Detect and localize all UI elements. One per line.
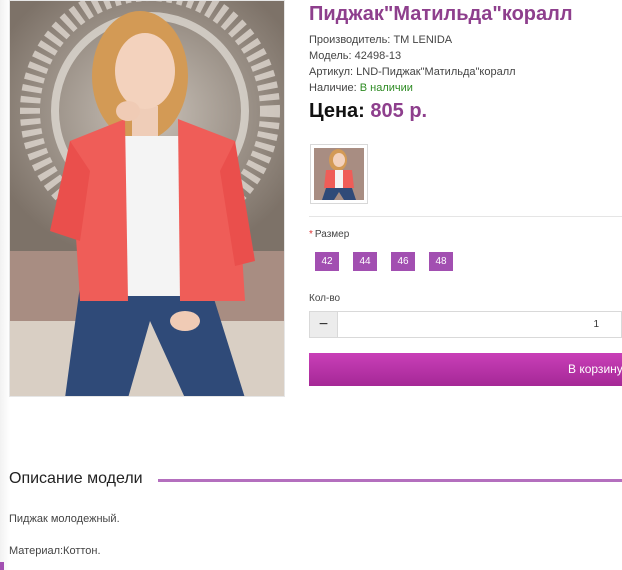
size-option-44[interactable]: 44 [353,252,377,271]
article-value: LND-Пиджак"Матильда"коралл [356,66,516,78]
model-row: Модель: 42498-13 [309,48,516,64]
size-label-text: Размер [314,229,350,240]
price-block: Цена: 805 р. [309,100,427,123]
manufacturer-value[interactable]: TM LENIDA [393,34,452,46]
size-option-46[interactable]: 46 [391,252,415,271]
availability-label: Наличие: [309,82,357,94]
product-title: Пиджак"Матильда"коралл [309,3,573,25]
required-mark: * [309,229,313,240]
description-title: Описание модели [9,470,143,487]
description-title-underline [158,479,622,482]
manufacturer-row: Производитель: TM LENIDA [309,32,516,48]
size-option-48[interactable]: 48 [429,252,453,271]
manufacturer-label: Производитель: [309,34,391,46]
quantity-input[interactable] [338,312,621,337]
size-label: * Размер [309,229,349,240]
quantity-stepper: − [309,311,622,338]
thumbnail-image [314,148,364,200]
add-to-cart-button[interactable]: В корзину [309,353,622,386]
size-option-42[interactable]: 42 [315,252,339,271]
price-value: 805 р. [370,100,428,122]
description-text-2: Материал:Коттон. [9,545,101,557]
model-label: Модель: [309,50,352,62]
article-row: Артикул: LND-Пиджак"Матильда"коралл [309,64,516,80]
article-label: Артикул: [309,66,354,78]
quantity-decrease-button[interactable]: − [310,312,338,337]
size-options: 42 44 46 48 [315,252,453,271]
price-label: Цена: [309,100,365,122]
divider [309,216,622,217]
availability-row: Наличие: В наличии [309,80,516,96]
description-text-1: Пиджак молодежный. [9,513,120,525]
availability-value: В наличии [359,82,413,94]
model-value: 42498-13 [354,50,402,62]
product-meta: Производитель: TM LENIDA Модель: 42498-1… [309,32,516,96]
corner-tab[interactable] [0,562,4,570]
quantity-label: Кол-во [309,293,341,304]
product-main-image[interactable] [9,0,285,397]
product-thumbnail[interactable] [310,144,368,204]
